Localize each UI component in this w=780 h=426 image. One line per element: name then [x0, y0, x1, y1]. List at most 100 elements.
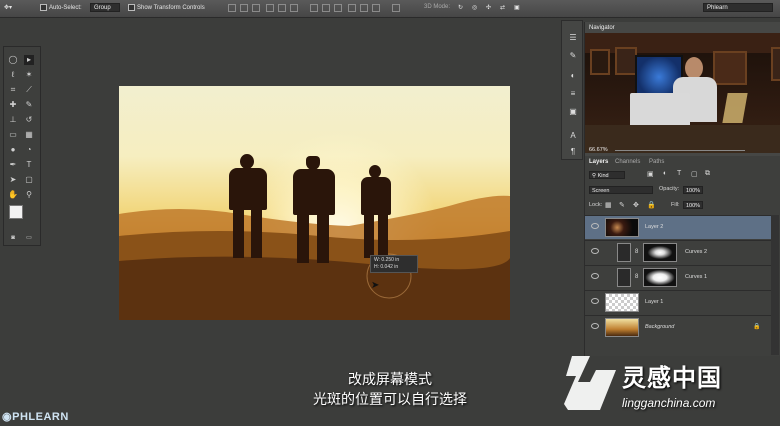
zoom-level[interactable]: 66.67%	[589, 147, 608, 153]
styles-icon[interactable]: ▣	[568, 107, 578, 117]
distribute-right-icon[interactable]	[372, 4, 380, 12]
healing-brush-icon[interactable]: ✚	[8, 100, 18, 110]
history-panel-icon[interactable]: ☰	[568, 33, 578, 43]
3d-pan-icon[interactable]: ✣	[486, 4, 491, 11]
history-brush-icon[interactable]: ↺	[24, 115, 34, 125]
auto-align-icon[interactable]	[392, 4, 400, 12]
auto-select-checkbox[interactable]: Auto-Select:	[40, 4, 82, 11]
layer-row-layer-2[interactable]: Layer 2	[585, 215, 771, 239]
workspace-dropdown[interactable]: Phlearn	[703, 3, 773, 12]
align-right-icon[interactable]	[290, 4, 298, 12]
align-top-icon[interactable]	[228, 4, 236, 12]
blur-icon[interactable]: ●	[8, 145, 18, 155]
filter-type-icon[interactable]: T	[677, 170, 681, 177]
camera-icon: ◉	[2, 411, 13, 423]
layers-scrollbar[interactable]	[771, 215, 779, 355]
tab-channels[interactable]: Channels	[615, 159, 640, 165]
layer-row-curves-1[interactable]: 8 Curves 1	[585, 265, 771, 289]
distribute-bottom-icon[interactable]	[334, 4, 342, 12]
mask-link-icon[interactable]: 8	[635, 274, 638, 280]
path-select-icon[interactable]: ➤	[8, 175, 18, 185]
distribute-vcenter-icon[interactable]	[322, 4, 330, 12]
layer-mask-thumbnail[interactable]	[643, 268, 677, 287]
zoom-icon[interactable]: ⚲	[24, 190, 34, 200]
lock-position-icon[interactable]: ✥	[633, 201, 639, 209]
mask-link-icon[interactable]: 8	[635, 249, 638, 255]
foreground-color-swatch[interactable]	[9, 205, 23, 219]
zoom-slider[interactable]	[615, 150, 745, 151]
align-hcenter-icon[interactable]	[278, 4, 286, 12]
auto-select-label: Auto-Select:	[49, 5, 82, 12]
layer-name: Curves 1	[685, 274, 708, 280]
3d-rotate-icon[interactable]: ↻	[458, 4, 463, 11]
filter-smart-icon[interactable]: ⧉	[705, 170, 710, 178]
pen-icon[interactable]: ✒	[8, 160, 18, 170]
lock-transparency-icon[interactable]: ▦	[605, 201, 612, 209]
presenter-head	[685, 57, 703, 79]
layer-thumbnail	[605, 293, 639, 312]
color-panel-icon[interactable]: ◐	[568, 71, 578, 81]
tab-paths[interactable]: Paths	[649, 159, 664, 165]
hand-icon[interactable]: ✋	[8, 190, 18, 200]
move-tool-icon[interactable]: ✥▾	[4, 4, 12, 11]
lasso-icon[interactable]: ℓ	[8, 70, 18, 80]
align-left-icon[interactable]	[266, 4, 274, 12]
auto-select-dropdown[interactable]: Group	[90, 3, 120, 12]
crop-icon[interactable]: ⌗	[8, 85, 18, 95]
3d-roll-icon[interactable]: ◎	[472, 4, 477, 11]
document-canvas[interactable]	[119, 86, 510, 320]
clone-stamp-icon[interactable]: ⊥	[8, 115, 18, 125]
brush-presets-icon[interactable]: ✎	[568, 51, 578, 61]
visibility-eye-icon[interactable]	[591, 273, 599, 279]
lock-pixels-icon[interactable]: ✎	[619, 201, 625, 209]
eraser-icon[interactable]: ▭	[8, 130, 18, 140]
wall-frame-left	[590, 49, 610, 75]
opacity-input[interactable]: 100%	[683, 186, 703, 194]
lock-all-icon[interactable]: 🔒	[647, 201, 656, 209]
marquee-icon[interactable]: ◯	[8, 55, 18, 65]
filter-shape-icon[interactable]: ▢	[691, 170, 698, 178]
magic-wand-icon[interactable]: ✶	[24, 70, 34, 80]
distribute-top-icon[interactable]	[310, 4, 318, 12]
character-panel-icon[interactable]: A	[568, 131, 578, 141]
navigator-panel: Navigator 66.67%	[584, 22, 780, 157]
adjustments-icon[interactable]: ≡	[568, 89, 578, 99]
screen-mode-icon[interactable]: ▭	[24, 233, 34, 243]
align-vcenter-icon[interactable]	[240, 4, 248, 12]
distribute-hcenter-icon[interactable]	[360, 4, 368, 12]
move-icon[interactable]: ▸	[24, 55, 34, 65]
visibility-eye-icon[interactable]	[591, 248, 599, 254]
blend-mode-dropdown[interactable]: Screen	[589, 186, 653, 194]
quick-mask-icon[interactable]: ◙	[8, 233, 18, 243]
type-icon[interactable]: T	[24, 160, 34, 170]
fill-input[interactable]: 100%	[683, 201, 703, 209]
kind-filter-dropdown[interactable]: ⚲ Kind	[589, 171, 625, 179]
3d-slide-icon[interactable]: ⇄	[500, 4, 505, 11]
layer-row-background[interactable]: Background 🔒	[585, 315, 771, 339]
layer-mask-thumbnail[interactable]	[643, 243, 677, 262]
subtitle-line-1: 改成屏幕模式	[348, 372, 432, 388]
visibility-eye-icon[interactable]	[591, 323, 599, 329]
brush-icon[interactable]: ✎	[24, 100, 34, 110]
eyedropper-icon[interactable]: ⟋	[24, 85, 34, 95]
gradient-icon[interactable]: ▦	[24, 130, 34, 140]
layer-row-curves-2[interactable]: 8 Curves 2	[585, 240, 771, 264]
layer-thumbnail	[605, 218, 639, 237]
align-bottom-icon[interactable]	[252, 4, 260, 12]
layer-row-layer-1[interactable]: Layer 1	[585, 290, 771, 314]
paragraph-panel-icon[interactable]: ¶	[568, 147, 578, 157]
filter-pixel-icon[interactable]: ▣	[647, 170, 654, 178]
visibility-eye-icon[interactable]	[591, 298, 599, 304]
tab-layers[interactable]: Layers	[589, 159, 608, 165]
3d-scale-icon[interactable]: ▣	[514, 4, 520, 11]
distribute-left-icon[interactable]	[348, 4, 356, 12]
visibility-eye-icon[interactable]	[591, 223, 599, 229]
phlearn-logo: ◉PHLEARN	[2, 410, 69, 423]
navigator-tab[interactable]: Navigator	[589, 25, 615, 31]
shape-icon[interactable]: ▢	[24, 175, 34, 185]
measure-height: H: 0.042 in	[374, 264, 399, 270]
filter-adjustment-icon[interactable]: ◐	[663, 170, 667, 177]
transform-controls-checkbox[interactable]: Show Transform Controls	[128, 4, 205, 11]
dodge-icon[interactable]: ◔	[24, 145, 34, 155]
fill-label: Fill:	[671, 202, 680, 208]
